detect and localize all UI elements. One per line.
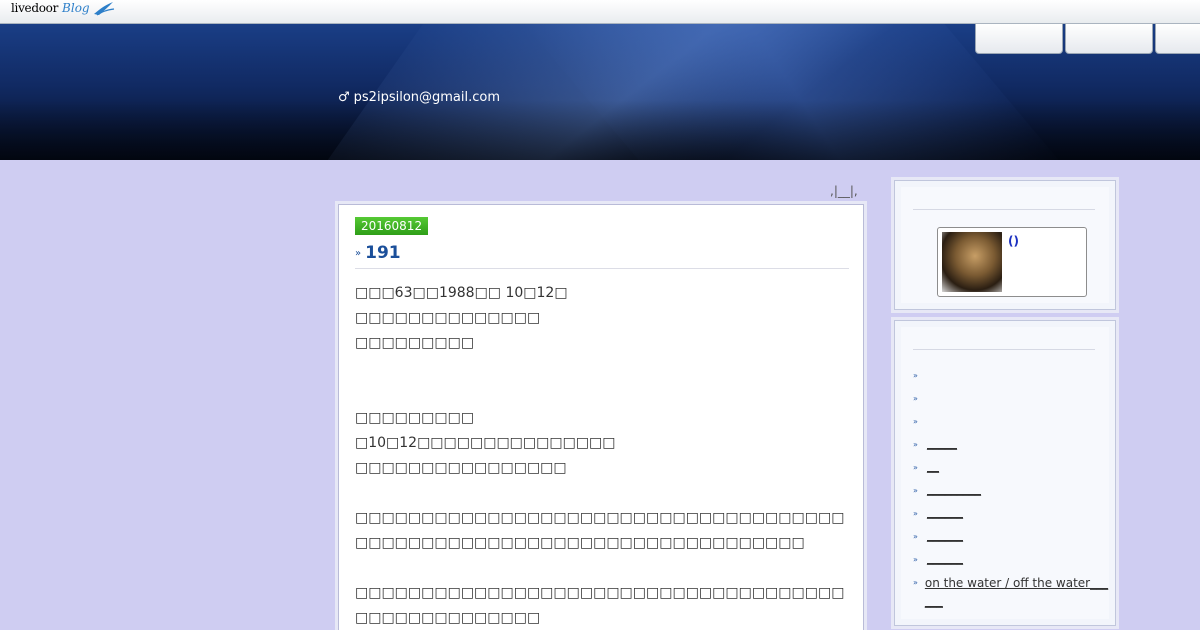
blog-description: ♂ ps2ipsilon@gmail.com bbox=[338, 90, 500, 105]
sidebar-link[interactable]: » __ bbox=[913, 459, 1113, 482]
body-line: □10□12□□□□□□□□□□□□□□□ bbox=[355, 435, 616, 451]
sidebar-link[interactable]: » _________ bbox=[913, 482, 1113, 505]
nav-tab-2[interactable] bbox=[1065, 24, 1153, 54]
sidebar-link-list: » » » » _____ » __ » _________ » ______ » ___… bbox=[913, 367, 1113, 614]
body-line: □□□□□□□□□ bbox=[355, 335, 475, 351]
sidebar-link[interactable]: » on the water / off the water______ bbox=[913, 574, 1113, 614]
double-arrow-icon: » bbox=[913, 509, 918, 518]
author-email: ps2ipsilon@gmail.com bbox=[353, 90, 501, 105]
double-arrow-icon: » bbox=[913, 371, 918, 380]
body-line: □□□□□□□□□ bbox=[355, 410, 475, 426]
sidebar-link[interactable]: » ______ bbox=[913, 505, 1113, 528]
double-arrow-icon: » bbox=[913, 463, 918, 472]
body-line: □□□□□□□□□□□□□□□□□□□□□□□□□□□□□□□□□□□□□□□□… bbox=[355, 510, 845, 551]
double-arrow-icon: » bbox=[913, 486, 918, 495]
body-line: □□□□□□□□□□□□□□□□□□□□□□□□□□□□□□□□□□□□□□□□… bbox=[355, 585, 845, 626]
profile-link[interactable]: () bbox=[1008, 234, 1019, 248]
body-line: □□□63□□1988□□ 10□12□ bbox=[355, 285, 568, 301]
double-arrow-icon: » bbox=[913, 578, 918, 587]
sidebar-link[interactable]: » bbox=[913, 413, 1113, 436]
sidebar-link[interactable]: » ______ bbox=[913, 551, 1113, 574]
bird-icon bbox=[94, 2, 115, 16]
sidebar-link[interactable]: » ______ bbox=[913, 528, 1113, 551]
top-bar: livedoor Blog bbox=[0, 0, 1200, 24]
breadcrumb[interactable]: ,|__|, bbox=[830, 184, 858, 198]
logo-text-main: livedoor bbox=[11, 1, 59, 15]
avatar[interactable] bbox=[942, 232, 1002, 292]
double-arrow-icon: » bbox=[355, 247, 362, 259]
sidebar-link[interactable]: » bbox=[913, 367, 1113, 390]
post-title[interactable]: » 191 bbox=[355, 243, 401, 263]
double-arrow-icon: » bbox=[913, 440, 918, 449]
sidebar-profile-box: () bbox=[894, 180, 1116, 310]
livedoor-blog-logo[interactable]: livedoor Blog bbox=[11, 1, 115, 21]
sidebar-divider bbox=[913, 349, 1095, 350]
body-line bbox=[355, 381, 849, 406]
nav-tab-1[interactable] bbox=[975, 24, 1063, 54]
body-line: □□□□□□□□□□□□□□ bbox=[355, 310, 541, 326]
body-line: □□□□□□□□□□□□□□□□ bbox=[355, 460, 567, 476]
double-arrow-icon: » bbox=[913, 555, 918, 564]
header-nav bbox=[975, 24, 1200, 54]
sidebar-divider bbox=[913, 209, 1095, 210]
sidebar-link[interactable]: » _____ bbox=[913, 436, 1113, 459]
post-body: □□□63□□1988□□ 10□12□ □□□□□□□□□□□□□□ □□□□… bbox=[355, 281, 849, 630]
post-date-badge: 20160812 bbox=[355, 217, 429, 235]
double-arrow-icon: » bbox=[913, 394, 918, 403]
sidebar-links-box: » » » » _____ » __ » _________ » ______ » ___… bbox=[894, 320, 1116, 626]
sidebar-link[interactable]: » bbox=[913, 390, 1113, 413]
post-title-text[interactable]: 191 bbox=[365, 243, 401, 263]
double-arrow-icon: » bbox=[913, 532, 918, 541]
male-sign-icon: ♂ bbox=[338, 90, 350, 105]
blog-header: ♂ ps2ipsilon@gmail.com bbox=[0, 24, 1200, 160]
sidebar-box-inner: () bbox=[901, 187, 1109, 303]
header-shade bbox=[0, 100, 1200, 160]
logo-text-sub: Blog bbox=[62, 1, 90, 15]
body-line bbox=[355, 556, 849, 581]
body-line bbox=[355, 356, 849, 381]
nav-tab-3[interactable] bbox=[1155, 24, 1200, 54]
article: 20160812 » 191 □□□63□□1988□□ 10□12□ □□□□… bbox=[338, 204, 864, 630]
title-divider bbox=[355, 268, 849, 269]
double-arrow-icon: » bbox=[913, 417, 918, 426]
profile-card: () bbox=[937, 227, 1087, 297]
body-line bbox=[355, 481, 849, 506]
sidebar-box-inner: » » » » _____ » __ » _________ » ______ » ___… bbox=[901, 327, 1109, 619]
